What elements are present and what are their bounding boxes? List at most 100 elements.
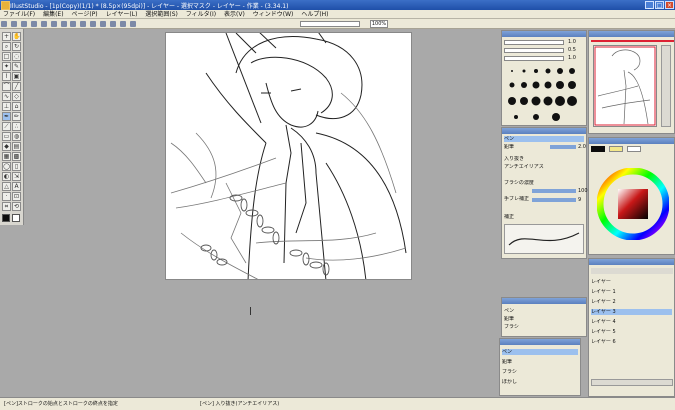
lasso-icon[interactable]: ◌ — [12, 52, 21, 61]
vector-icon[interactable]: ⌒ — [2, 82, 11, 91]
brush-slider-1[interactable] — [504, 40, 564, 45]
main-color-chip[interactable] — [591, 146, 605, 152]
dot-pen-icon[interactable]: · — [2, 192, 11, 201]
density-slider[interactable] — [532, 189, 576, 193]
maximize-button[interactable]: □ — [655, 1, 664, 9]
zoom-out-icon[interactable] — [90, 21, 97, 27]
menu-filter[interactable]: フィルタ(I) — [183, 10, 219, 19]
cut-icon[interactable] — [50, 21, 57, 27]
open-icon[interactable] — [10, 21, 17, 27]
rotate-tool-icon[interactable]: ↻ — [12, 42, 21, 51]
frame-icon[interactable]: ▯ — [12, 162, 21, 171]
sub-tool-row-2[interactable]: ブラシ — [504, 324, 584, 330]
shape-icon[interactable]: ◇ — [12, 92, 21, 101]
tool-option-row-0[interactable]: ペン — [504, 136, 584, 142]
screen-tone-icon[interactable]: ▩ — [12, 152, 21, 161]
crop-icon[interactable]: ⌗ — [2, 202, 11, 211]
layer-buttons[interactable] — [591, 379, 673, 386]
transparent-color-chip[interactable] — [627, 146, 641, 152]
brush-slider-3[interactable] — [504, 56, 564, 61]
select-rect-icon[interactable]: □ — [2, 52, 11, 61]
grid-icon[interactable] — [120, 21, 127, 27]
mask-icon[interactable]: ◐ — [2, 172, 11, 181]
history-row-2[interactable]: ブラシ — [502, 369, 578, 375]
close-button[interactable]: × — [665, 1, 674, 9]
move-tool-icon[interactable]: + — [2, 32, 11, 41]
blur-icon[interactable]: ◍ — [12, 132, 21, 141]
navigator-controls[interactable] — [661, 45, 671, 127]
object-icon[interactable]: ▣ — [12, 72, 21, 81]
menu-edit[interactable]: 編集(E) — [40, 10, 66, 19]
sub-tool-row-0[interactable]: ペン — [504, 308, 584, 314]
menu-help[interactable]: ヘルプ(H) — [298, 10, 331, 19]
menu-selection[interactable]: 選択範囲(S) — [142, 10, 181, 19]
brush-preset-grid[interactable] — [506, 65, 584, 123]
zoom-in-icon[interactable] — [80, 21, 87, 27]
pen-tool-icon[interactable]: ✒ — [2, 112, 11, 121]
redo-icon[interactable] — [40, 21, 47, 27]
text-tool-icon[interactable]: A — [12, 182, 21, 191]
history-row-3[interactable]: ぼかし — [502, 379, 578, 385]
opacity-slider[interactable] — [550, 145, 576, 149]
layer-row-2[interactable]: レイヤー 2 — [591, 299, 672, 305]
menu-window[interactable]: ウィンドウ(W) — [250, 10, 297, 19]
magic-wand-icon[interactable]: ✦ — [2, 62, 11, 71]
ruler-tool-icon[interactable]: ⊥ — [2, 102, 11, 111]
eyedropper-icon[interactable]: ⌇ — [2, 72, 11, 81]
perspective-icon[interactable]: ⌂ — [12, 102, 21, 111]
tool-option-row-2[interactable]: 入り抜き — [504, 156, 584, 162]
airbrush-icon[interactable]: ∴ — [12, 122, 21, 131]
flip-icon[interactable] — [110, 21, 117, 27]
menu-view[interactable]: 表示(V) — [221, 10, 248, 19]
balloon-icon[interactable]: ◯ — [2, 162, 11, 171]
menu-file[interactable]: ファイル(F) — [0, 10, 38, 19]
zoom-tool-icon[interactable]: ⌕ — [2, 42, 11, 51]
menu-page[interactable]: ページ(P) — [68, 10, 100, 19]
main-color-swatch[interactable] — [2, 214, 10, 222]
gradient-icon[interactable]: ▤ — [12, 142, 21, 151]
eraser-icon[interactable]: ▭ — [2, 132, 11, 141]
drawing-canvas[interactable] — [165, 32, 412, 280]
layer-row-3[interactable]: レイヤー 3 — [591, 309, 672, 315]
transform-icon[interactable]: ⟲ — [12, 202, 21, 211]
stamp-icon[interactable]: ⊡ — [12, 192, 21, 201]
sub-tool-row-1[interactable]: 鉛筆 — [504, 316, 584, 322]
sub-color-chip[interactable] — [609, 146, 623, 152]
shape-line-icon[interactable]: △ — [2, 182, 11, 191]
zoom-slider[interactable] — [300, 21, 360, 27]
rotate-icon[interactable] — [100, 21, 107, 27]
hand-tool-icon[interactable]: ✋ — [12, 32, 21, 41]
layer-row-0[interactable]: レイヤー — [591, 279, 672, 285]
tool-option-row-3[interactable]: アンチエイリアス — [504, 164, 584, 170]
layer-toolbar[interactable] — [591, 268, 673, 274]
copy-icon[interactable] — [60, 21, 67, 27]
minimize-button[interactable]: _ — [645, 1, 654, 9]
new-icon[interactable] — [1, 21, 7, 27]
sub-color-swatch[interactable] — [12, 214, 20, 222]
tool-option-row-4[interactable]: ブラシの濃度 — [504, 180, 584, 186]
layer-row-1[interactable]: レイヤー 1 — [591, 289, 672, 295]
stabilizer-slider[interactable] — [532, 198, 576, 202]
line-icon[interactable]: ╱ — [12, 82, 21, 91]
ruler-icon[interactable] — [129, 21, 136, 27]
navigator-preview[interactable] — [593, 45, 657, 127]
layer-row-4[interactable]: レイヤー 4 — [591, 319, 672, 325]
history-row-0[interactable]: ペン — [502, 349, 578, 355]
zoom-field[interactable]: 100% — [370, 20, 388, 28]
menu-layer[interactable]: レイヤー(L) — [103, 10, 141, 19]
layer-row-5[interactable]: レイヤー 5 — [591, 329, 672, 335]
curve-icon[interactable]: ∿ — [2, 92, 11, 101]
pencil-tool-icon[interactable]: ✏ — [12, 112, 21, 121]
fill-icon[interactable]: ◆ — [2, 142, 11, 151]
undo-icon[interactable] — [30, 21, 37, 27]
tone-icon[interactable]: ▦ — [2, 152, 11, 161]
color-wheel[interactable] — [597, 168, 669, 240]
brush-slider-2[interactable] — [504, 48, 564, 53]
tool-option-row-6[interactable]: 補正 — [504, 214, 584, 220]
history-row-1[interactable]: 鉛筆 — [502, 359, 578, 365]
save-icon[interactable] — [20, 21, 27, 27]
brush-tool-icon[interactable]: ⟋ — [2, 122, 11, 131]
select-pen-icon[interactable]: ✎ — [12, 62, 21, 71]
layer-row-6[interactable]: レイヤー 6 — [591, 339, 672, 345]
paste-icon[interactable] — [70, 21, 77, 27]
